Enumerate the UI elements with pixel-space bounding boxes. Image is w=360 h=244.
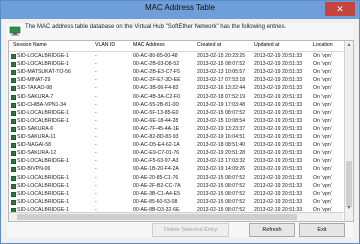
description-text: The MAC address table database on the Vi… (25, 24, 287, 30)
mac-address-table-window: MAC Address Table ✕ The MAC address tabl… (0, 0, 360, 244)
table-header: Session Name VLAN ID MAC Address Created… (9, 41, 343, 52)
column-location[interactable]: Location (313, 42, 343, 48)
dialog-content: The MAC address table database on the Vi… (7, 23, 354, 237)
close-button[interactable]: ✕ (325, 2, 355, 16)
column-vlan-id[interactable]: VLAN ID (95, 42, 125, 48)
network-icon (9, 23, 21, 36)
horizontal-scrollbar[interactable] (9, 212, 343, 221)
window-title: MAC Address Table (144, 3, 216, 12)
refresh-button[interactable]: Refresh (249, 223, 295, 237)
scroll-down-arrow-icon[interactable]: ▼ (345, 204, 353, 212)
scroll-up-arrow-icon[interactable]: ▲ (345, 41, 353, 49)
column-mac-address[interactable]: MAC Address (133, 42, 183, 48)
horizontal-scroll-thumb[interactable] (17, 214, 297, 220)
mac-table: Session Name VLAN ID MAC Address Created… (8, 40, 354, 222)
column-created-at[interactable]: Created at (197, 42, 247, 48)
delete-selected-entry-button[interactable]: Delete Selected Entry (152, 223, 229, 237)
vertical-scroll-thumb[interactable] (346, 161, 352, 207)
vertical-scrollbar[interactable]: ▲ ▼ (344, 41, 353, 221)
column-updated-at[interactable]: Updated at (254, 42, 304, 48)
title-bar[interactable]: MAC Address Table ✕ (1, 1, 359, 19)
column-session-name[interactable]: Session Name (13, 42, 83, 48)
exit-button[interactable]: Exit (299, 223, 345, 237)
